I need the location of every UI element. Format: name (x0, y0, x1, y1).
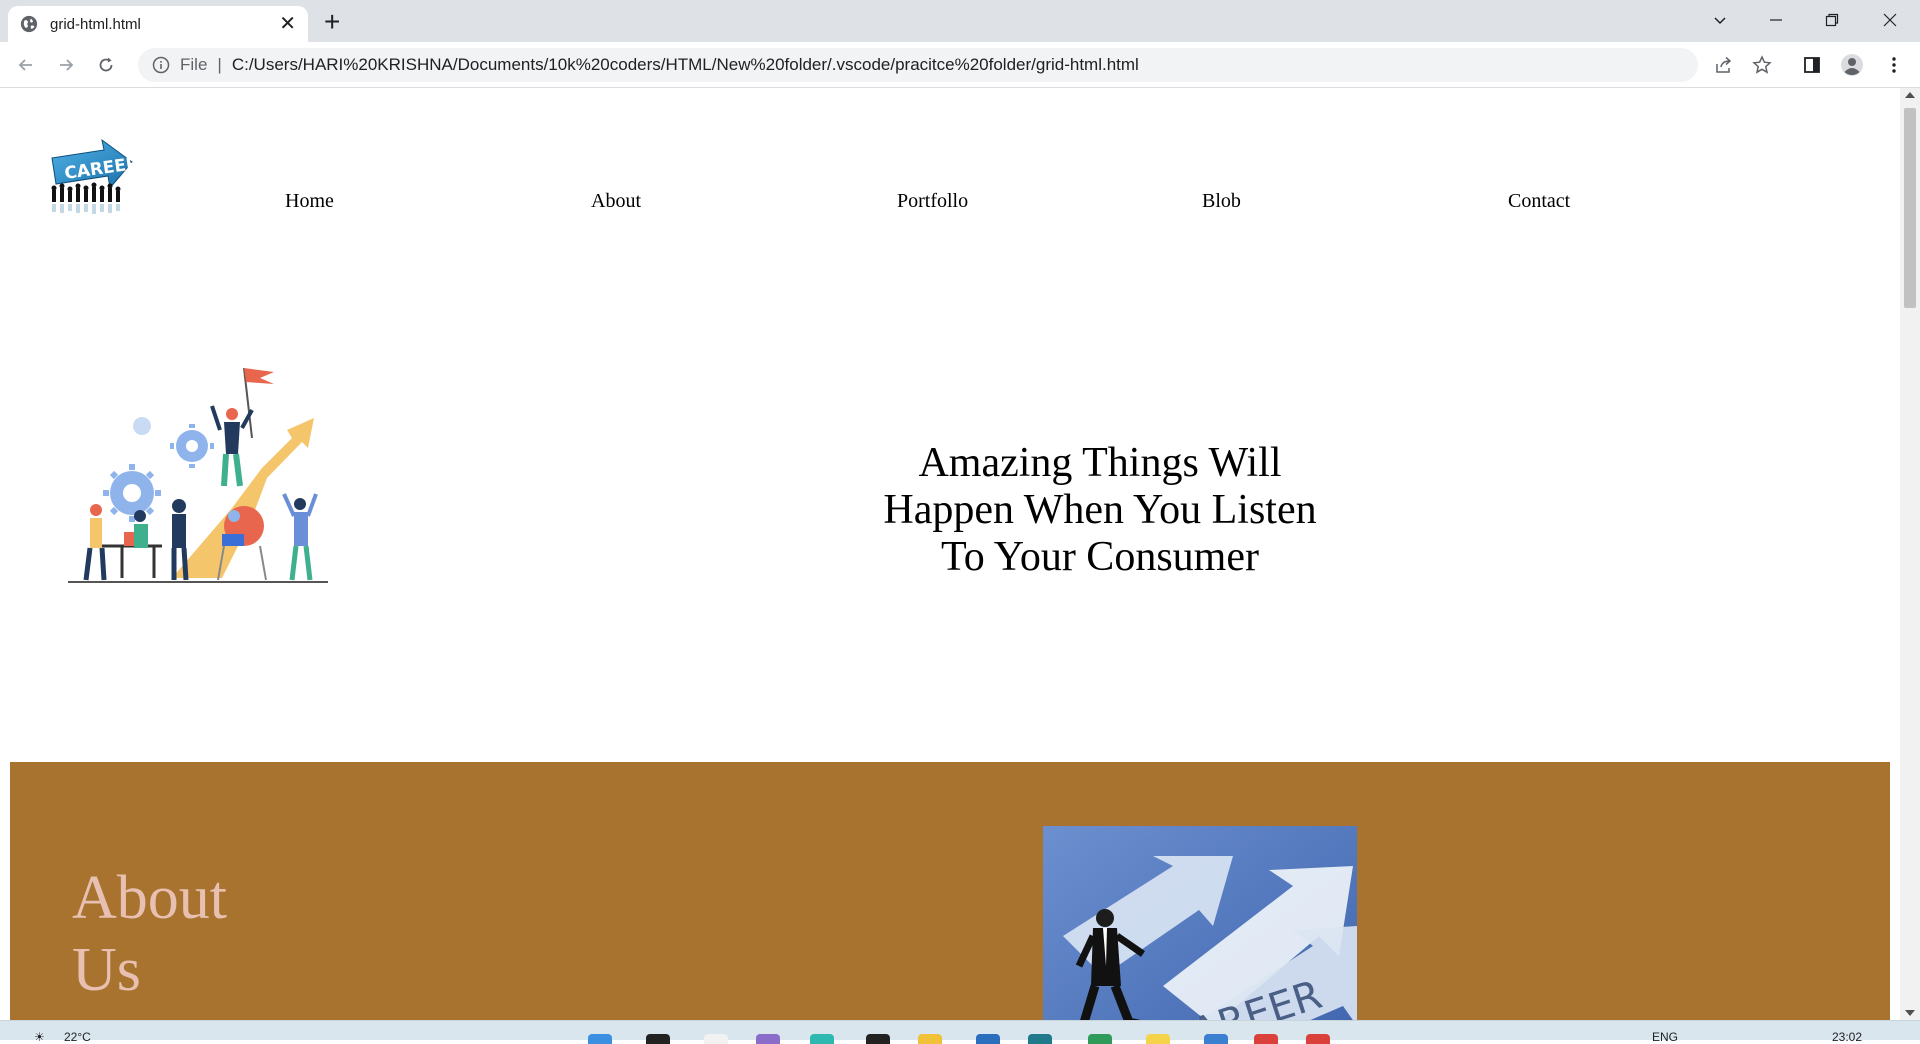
restore-button[interactable] (1804, 0, 1860, 40)
edge-icon[interactable] (810, 1034, 834, 1044)
reload-button[interactable] (92, 51, 120, 79)
url-text[interactable]: C:/Users/HARI%20KRISHNA/Documents/10k%20… (232, 55, 1139, 75)
about-title: About Us (72, 864, 227, 1004)
tab-title: grid-html.html (50, 15, 141, 33)
profile-icon (1841, 54, 1863, 76)
url-scheme: File (180, 55, 208, 74)
url-separator: | (217, 55, 222, 74)
address-bar[interactable]: File | C:/Users/HARI%20KRISHNA/Documents… (138, 48, 1698, 82)
star-icon (1752, 55, 1772, 74)
close-window-button[interactable] (1862, 0, 1918, 40)
clock[interactable]: 23:02 (1832, 1031, 1862, 1043)
nav-about[interactable]: About (591, 190, 641, 213)
file-explorer-icon[interactable] (918, 1034, 942, 1044)
app-icon[interactable] (866, 1034, 890, 1044)
share-button[interactable] (1710, 51, 1738, 79)
app3-icon[interactable] (1088, 1034, 1112, 1044)
career-logo[interactable]: CAREER (46, 136, 138, 218)
info-icon[interactable] (152, 56, 170, 74)
profile-button[interactable] (1838, 51, 1866, 79)
os-taskbar: ☀ 22°C ENG 23:02 (0, 1020, 1920, 1044)
minimize-icon (1770, 19, 1782, 21)
weather-text[interactable]: 22°C (64, 1031, 91, 1043)
hero-illustration (68, 367, 328, 583)
hero-heading: Amazing Things Will Happen When You List… (883, 440, 1317, 580)
scroll-down-icon[interactable] (1905, 1010, 1915, 1016)
chat-icon[interactable] (756, 1034, 780, 1044)
tab-close-icon[interactable]: ✕ (279, 14, 296, 34)
side-panel-button[interactable] (1798, 51, 1826, 79)
bookmark-button[interactable] (1748, 51, 1776, 79)
store-icon[interactable] (976, 1034, 1000, 1044)
page-viewport: CAREER Home About Portfollo Blob Contact (0, 88, 1900, 1020)
start-icon[interactable] (588, 1034, 612, 1044)
side-panel-icon (1804, 57, 1820, 73)
search-icon[interactable] (646, 1034, 670, 1044)
back-arrow-icon (18, 59, 32, 71)
scroll-up-icon[interactable] (1905, 92, 1915, 98)
reload-icon (99, 57, 113, 72)
app4-icon[interactable] (1146, 1034, 1170, 1044)
menu-button[interactable] (1880, 51, 1908, 79)
forward-button[interactable] (52, 51, 80, 79)
restore-icon (1825, 13, 1839, 27)
kebab-menu-icon (1892, 57, 1896, 73)
browser-tab[interactable]: grid-html.html ✕ (8, 6, 308, 42)
browser-toolbar: File | C:/Users/HARI%20KRISHNA/Documents… (0, 42, 1920, 88)
language-indicator[interactable]: ENG (1652, 1031, 1678, 1043)
close-icon (1883, 13, 1897, 27)
weather-widget-icon[interactable]: ☀ (34, 1031, 45, 1043)
back-button[interactable] (12, 51, 40, 79)
page-scrollbar[interactable] (1900, 88, 1920, 1020)
scrollbar-thumb[interactable] (1904, 108, 1916, 308)
chevron-down-icon (1714, 17, 1726, 25)
app5-icon[interactable] (1306, 1034, 1330, 1044)
app2-icon[interactable] (1028, 1034, 1052, 1044)
nav-blog[interactable]: Blob (1202, 190, 1241, 213)
nav-contact[interactable]: Contact (1508, 190, 1570, 213)
career-arrows-image: CAREER (1043, 826, 1357, 1020)
minimize-button[interactable] (1748, 0, 1804, 40)
about-section: About Us CAREER (10, 762, 1890, 1020)
new-tab-button[interactable]: + (324, 8, 340, 36)
share-icon (1716, 56, 1732, 73)
globe-icon (20, 15, 38, 33)
task-view-icon[interactable] (704, 1034, 728, 1044)
nav-home[interactable]: Home (285, 190, 334, 213)
tab-search-button[interactable] (1692, 0, 1748, 40)
chrome-icon[interactable] (1254, 1034, 1278, 1044)
forward-arrow-icon (60, 59, 74, 71)
vscode-icon[interactable] (1204, 1034, 1228, 1044)
nav-portfolio[interactable]: Portfollo (897, 190, 968, 213)
tab-strip: grid-html.html ✕ + (0, 0, 1920, 42)
